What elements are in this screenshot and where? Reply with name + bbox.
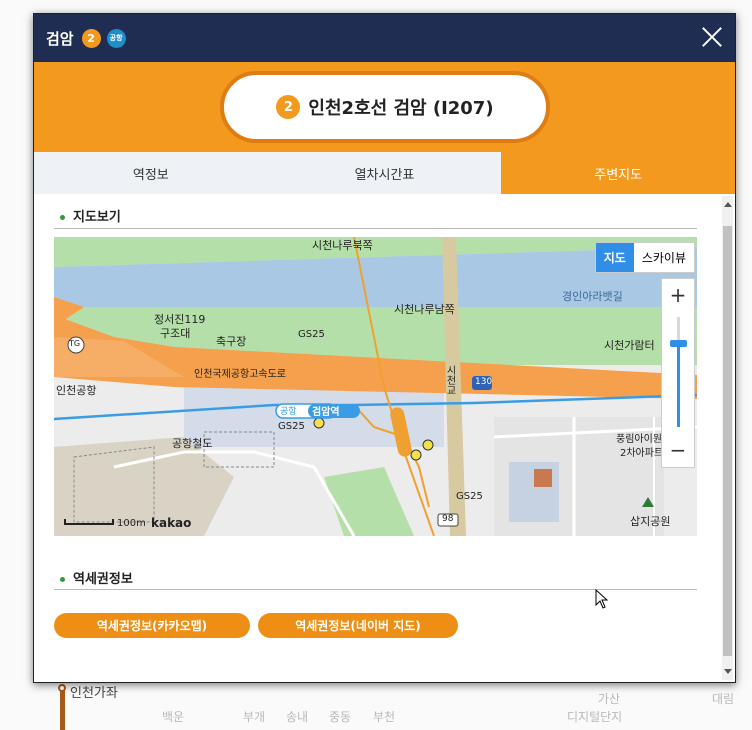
zoom-in-button[interactable]: + bbox=[662, 280, 694, 310]
map-label: 경인아라뱃길 bbox=[562, 290, 623, 303]
bg-station-label[interactable]: 송내 bbox=[286, 708, 308, 725]
map-canvas bbox=[54, 237, 697, 536]
map-label: GS25 bbox=[278, 421, 305, 432]
map-label: 인천공항 bbox=[56, 384, 97, 397]
scroll-up-icon[interactable] bbox=[724, 202, 732, 207]
map-label: 98 bbox=[442, 514, 454, 524]
map-label: GS25 bbox=[456, 491, 483, 502]
zoom-control: + − bbox=[661, 278, 695, 468]
tab-content: 지도보기 시천나루북쪽 경인아라뱃길 시천나루남쪽 정서진119 구조대 축구장… bbox=[34, 194, 735, 682]
bg-station-label[interactable]: 부천 bbox=[373, 708, 395, 725]
map-view-toggle: 지도 스카이뷰 bbox=[594, 242, 695, 273]
bg-station-label[interactable]: 백운 bbox=[162, 708, 184, 725]
bg-station-label[interactable]: 중동 bbox=[329, 708, 351, 725]
toggle-map-view[interactable]: 지도 bbox=[595, 243, 634, 272]
bg-station-dot bbox=[58, 684, 66, 692]
station-info-modal: 검암 2 공항 2 인천2호선 검암 (I207) 역정보 열차시간표 주변지도… bbox=[33, 13, 736, 683]
tab-nearby-map[interactable]: 주변지도 bbox=[501, 152, 736, 194]
tab-station-info[interactable]: 역정보 bbox=[34, 152, 268, 194]
map-scale-label: 100m bbox=[117, 518, 146, 529]
bg-station-label[interactable]: 디지털단지 bbox=[567, 708, 622, 725]
zoom-slider-fill bbox=[677, 343, 680, 427]
station-name-pill: 2 인천2호선 검암 (I207) bbox=[220, 71, 550, 143]
map-label: TG bbox=[69, 339, 81, 348]
zoom-slider-handle[interactable] bbox=[670, 340, 687, 347]
map-label: GS25 bbox=[298, 329, 325, 340]
bg-station-label[interactable]: 가산 bbox=[598, 690, 620, 707]
bg-subway-line bbox=[60, 686, 65, 730]
map-label: 공항철도 bbox=[172, 437, 213, 450]
scroll-down-icon[interactable] bbox=[724, 669, 732, 674]
toggle-sky-view[interactable]: 스카이뷰 bbox=[634, 243, 694, 272]
map-label: 130 bbox=[475, 377, 493, 387]
map-label: 2차아파트 bbox=[620, 448, 664, 459]
bg-station-label[interactable]: 부개 bbox=[243, 708, 265, 725]
scroll-thumb[interactable] bbox=[723, 226, 732, 656]
map-label: 축구장 bbox=[216, 335, 247, 348]
map-section-title: 지도보기 bbox=[60, 206, 121, 225]
map-label: 시천나루북쪽 bbox=[312, 239, 373, 252]
content-scrollbar[interactable] bbox=[722, 196, 733, 680]
station-banner: 2 인천2호선 검암 (I207) bbox=[34, 62, 735, 152]
map-label: 삽지공원 bbox=[630, 515, 671, 528]
tab-bar: 역정보 열차시간표 주변지도 bbox=[34, 152, 736, 194]
station-full-name: 인천2호선 검암 (I207) bbox=[308, 98, 494, 119]
modal-title: 검암 bbox=[46, 29, 74, 48]
map-scale-bar bbox=[64, 519, 114, 525]
kakao-area-info-button[interactable]: 역세권정보(카카오맵) bbox=[54, 613, 250, 638]
map-label: 검암역 bbox=[312, 407, 340, 418]
section-divider bbox=[54, 228, 697, 229]
airport-line-badge: 공항 bbox=[106, 28, 126, 48]
bullet-icon bbox=[60, 215, 65, 220]
nearby-map[interactable]: 시천나루북쪽 경인아라뱃길 시천나루남쪽 정서진119 구조대 축구장 GS25… bbox=[54, 237, 697, 536]
kakao-logo[interactable]: kakao bbox=[151, 516, 191, 530]
modal-header: 검암 2 공항 bbox=[34, 14, 735, 62]
map-label: 구조대 bbox=[160, 327, 191, 340]
bg-station-label[interactable]: 인천가좌 bbox=[70, 682, 118, 701]
bg-station-label[interactable]: 대림 bbox=[712, 690, 734, 707]
map-label: 시천교 bbox=[444, 365, 455, 395]
map-label: 공항 bbox=[280, 407, 297, 417]
tab-timetable[interactable]: 열차시간표 bbox=[268, 152, 502, 194]
area-info-buttons: 역세권정보(카카오맵) 역세권정보(네이버 지도) bbox=[54, 613, 458, 638]
map-label: 풍림아이원 bbox=[616, 434, 662, 445]
area-section-title: 역세권정보 bbox=[60, 568, 133, 587]
map-label: 시천나루남쪽 bbox=[394, 303, 455, 316]
map-label: 시천가람터 bbox=[604, 339, 655, 352]
mouse-cursor-icon bbox=[595, 589, 609, 609]
line-number-badge: 2 bbox=[81, 28, 101, 48]
bullet-icon bbox=[60, 577, 65, 582]
close-icon[interactable] bbox=[699, 24, 725, 50]
line-number-badge: 2 bbox=[276, 95, 301, 119]
map-label: 인천국제공항고속도로 bbox=[194, 369, 286, 380]
naver-area-info-button[interactable]: 역세권정보(네이버 지도) bbox=[258, 613, 458, 638]
zoom-out-button[interactable]: − bbox=[662, 435, 694, 465]
